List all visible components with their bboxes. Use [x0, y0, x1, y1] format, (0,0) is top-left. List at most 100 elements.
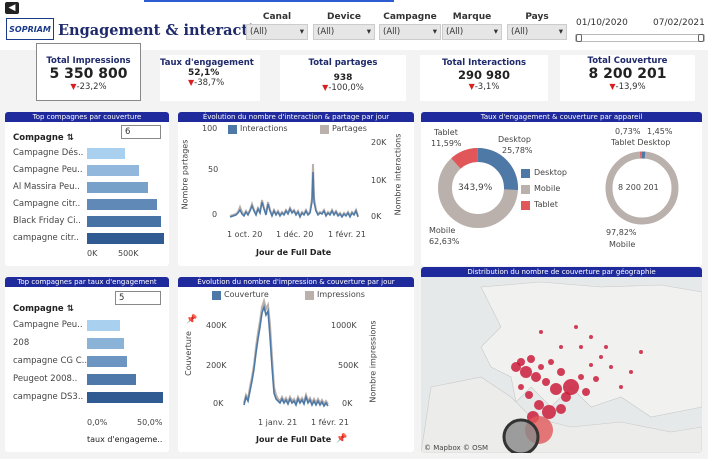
legend-label-impressions: Impressions	[317, 290, 365, 299]
bar[interactable]	[87, 182, 148, 193]
top-n-input[interactable]: 5	[115, 291, 161, 305]
panel-title: Top compagnes par taux d'engagement	[5, 277, 169, 287]
axis-tick: 50,0%	[137, 418, 163, 427]
bar[interactable]	[87, 320, 120, 331]
filter-canal[interactable]: Canal (All) ▾	[246, 12, 308, 46]
filter-marque[interactable]: Marque (All) ▾	[442, 12, 502, 46]
donut1-desktop-pct: 25,78%	[502, 146, 533, 155]
geo-map[interactable]	[421, 267, 702, 453]
legend-label-tablet: Tablet	[534, 200, 558, 209]
filter-select[interactable]: (All) ▾	[313, 24, 375, 40]
filter-label: Marque	[452, 12, 492, 22]
kpi-title: Taux d'engagement	[160, 58, 254, 68]
slider-handle-start[interactable]	[576, 34, 582, 42]
kpi-value: 8 200 201	[588, 66, 667, 82]
bar-label: campagne DS3..	[13, 392, 84, 402]
kpi-delta: -100,0%	[328, 83, 364, 93]
bar[interactable]	[87, 216, 161, 227]
y-tick: 20K	[371, 138, 387, 147]
bar[interactable]	[87, 199, 157, 210]
axis-tick: 0K	[87, 249, 98, 258]
slider-handle-end[interactable]	[698, 34, 704, 42]
legend-swatch-tablet	[521, 201, 530, 210]
dropdown-arrow-icon: ▾	[558, 27, 563, 37]
donut1-tablet-pct: 11,59%	[431, 139, 462, 148]
panel-title: Top compagnes par couverture	[5, 112, 169, 122]
kpi-total-partages[interactable]: Total partages 938 ▼-100,0%	[280, 55, 406, 101]
legend-label-mobile: Mobile	[534, 184, 561, 193]
y-tick: 500K	[338, 361, 359, 370]
y-axis-label-left: Nombre partages	[180, 139, 190, 210]
bar-label: Campagne citr..	[13, 199, 81, 209]
filter-select[interactable]: (All) ▾	[507, 24, 567, 40]
legend-swatch-desktop	[521, 169, 530, 178]
bar-label: Peugeot 2008..	[13, 374, 78, 384]
bar[interactable]	[87, 165, 139, 176]
filter-pays[interactable]: Pays (All) ▾	[507, 12, 567, 46]
interactions-chart[interactable]	[178, 112, 414, 266]
y-axis-label-right: Nombre interactions	[393, 133, 403, 216]
donut1-desktop-label: Desktop	[498, 135, 531, 144]
kpi-total-interactions[interactable]: Total Interactions 290 980 ▼-3,1%	[420, 55, 548, 101]
x-tick: 1 déc. 20	[276, 230, 314, 239]
y-tick: 100	[202, 124, 218, 133]
y-axis-label-left: Couverture	[183, 331, 193, 376]
back-icon[interactable]: ◀	[5, 2, 19, 14]
kpi-total-impressions[interactable]: Total Impressions 5 350 800 ▼-23,2%	[36, 43, 141, 101]
pin-icon[interactable]: 📌	[336, 434, 347, 444]
y-tick: 0K	[342, 399, 353, 408]
panel-device: Taux d'engagement & couverture par appar…	[421, 112, 702, 266]
bar-label: Al Massira Peu..	[13, 182, 80, 192]
panel-top-engagement: Top compagnes par taux d'engagement Comp…	[5, 277, 169, 452]
filter-select[interactable]: (All) ▾	[442, 24, 502, 40]
dropdown-arrow-icon: ▾	[432, 27, 437, 37]
y-tick: 0K	[371, 212, 382, 221]
legend-swatch-impressions	[305, 291, 314, 300]
bar[interactable]	[87, 233, 164, 244]
donut2-desktop-pct: 1,45%	[647, 127, 673, 136]
donut2-center: 8 200 201	[618, 183, 659, 192]
bar[interactable]	[87, 374, 136, 385]
y-tick: 200K	[206, 361, 227, 370]
legend-swatch-couverture	[212, 291, 221, 300]
kpi-total-couverture[interactable]: Total Couverture 8 200 201 ▼-13,9%	[560, 55, 695, 101]
donut1-mobile-pct: 62,63%	[429, 237, 460, 246]
filter-select[interactable]: (All) ▾	[379, 24, 441, 40]
y-tick: 0K	[213, 399, 224, 408]
panel-map[interactable]: Distribution du nombre de couverture par…	[421, 267, 702, 453]
donut1-mobile-label: Mobile	[429, 226, 456, 235]
kpi-delta: -23,2%	[76, 82, 107, 92]
kpi-delta: -38,7%	[194, 78, 225, 88]
top-n-input[interactable]: 6	[121, 125, 161, 139]
kpi-title: Total Interactions	[441, 58, 527, 68]
sort-icon[interactable]: ⇅	[67, 133, 74, 143]
bar[interactable]	[87, 392, 163, 403]
y-tick: 50	[208, 165, 219, 174]
date-end: 07/02/2021	[653, 18, 705, 28]
x-tick: 1 janv. 21	[258, 418, 298, 427]
filter-select[interactable]: (All) ▾	[246, 24, 308, 40]
legend-label-partages: Partages	[332, 124, 367, 133]
column-header[interactable]: Compagne ⇅	[13, 304, 74, 314]
kpi-value: 938	[333, 73, 353, 83]
filter-device[interactable]: Device (All) ▾	[313, 12, 375, 46]
date-range-slider[interactable]	[575, 34, 705, 42]
column-header[interactable]: Compagne ⇅	[13, 133, 74, 143]
bar[interactable]	[87, 148, 125, 159]
kpi-taux-engagement[interactable]: Taux d'engagement 52,1% ▼-38,7%	[160, 55, 260, 101]
kpi-value: 52,1%	[188, 68, 220, 78]
legend-swatch-mobile	[521, 185, 530, 194]
pin-icon[interactable]: 📌	[186, 315, 197, 325]
legend-swatch-interactions	[228, 125, 237, 134]
bar[interactable]	[87, 356, 127, 367]
kpi-delta: -13,9%	[615, 82, 646, 92]
filter-label: Device	[327, 12, 361, 22]
legend-label-desktop: Desktop	[534, 168, 567, 177]
dropdown-arrow-icon: ▾	[366, 27, 371, 37]
filter-campagne[interactable]: Campagne (All) ▾	[379, 12, 441, 46]
bar-label: Campagne Dés..	[13, 148, 84, 158]
panel-impressions-chart: Évolution du nombre d'impression & couve…	[178, 277, 414, 452]
bar-label: campagne CG C..	[13, 356, 88, 366]
bar[interactable]	[87, 338, 124, 349]
sort-icon[interactable]: ⇅	[67, 304, 74, 314]
